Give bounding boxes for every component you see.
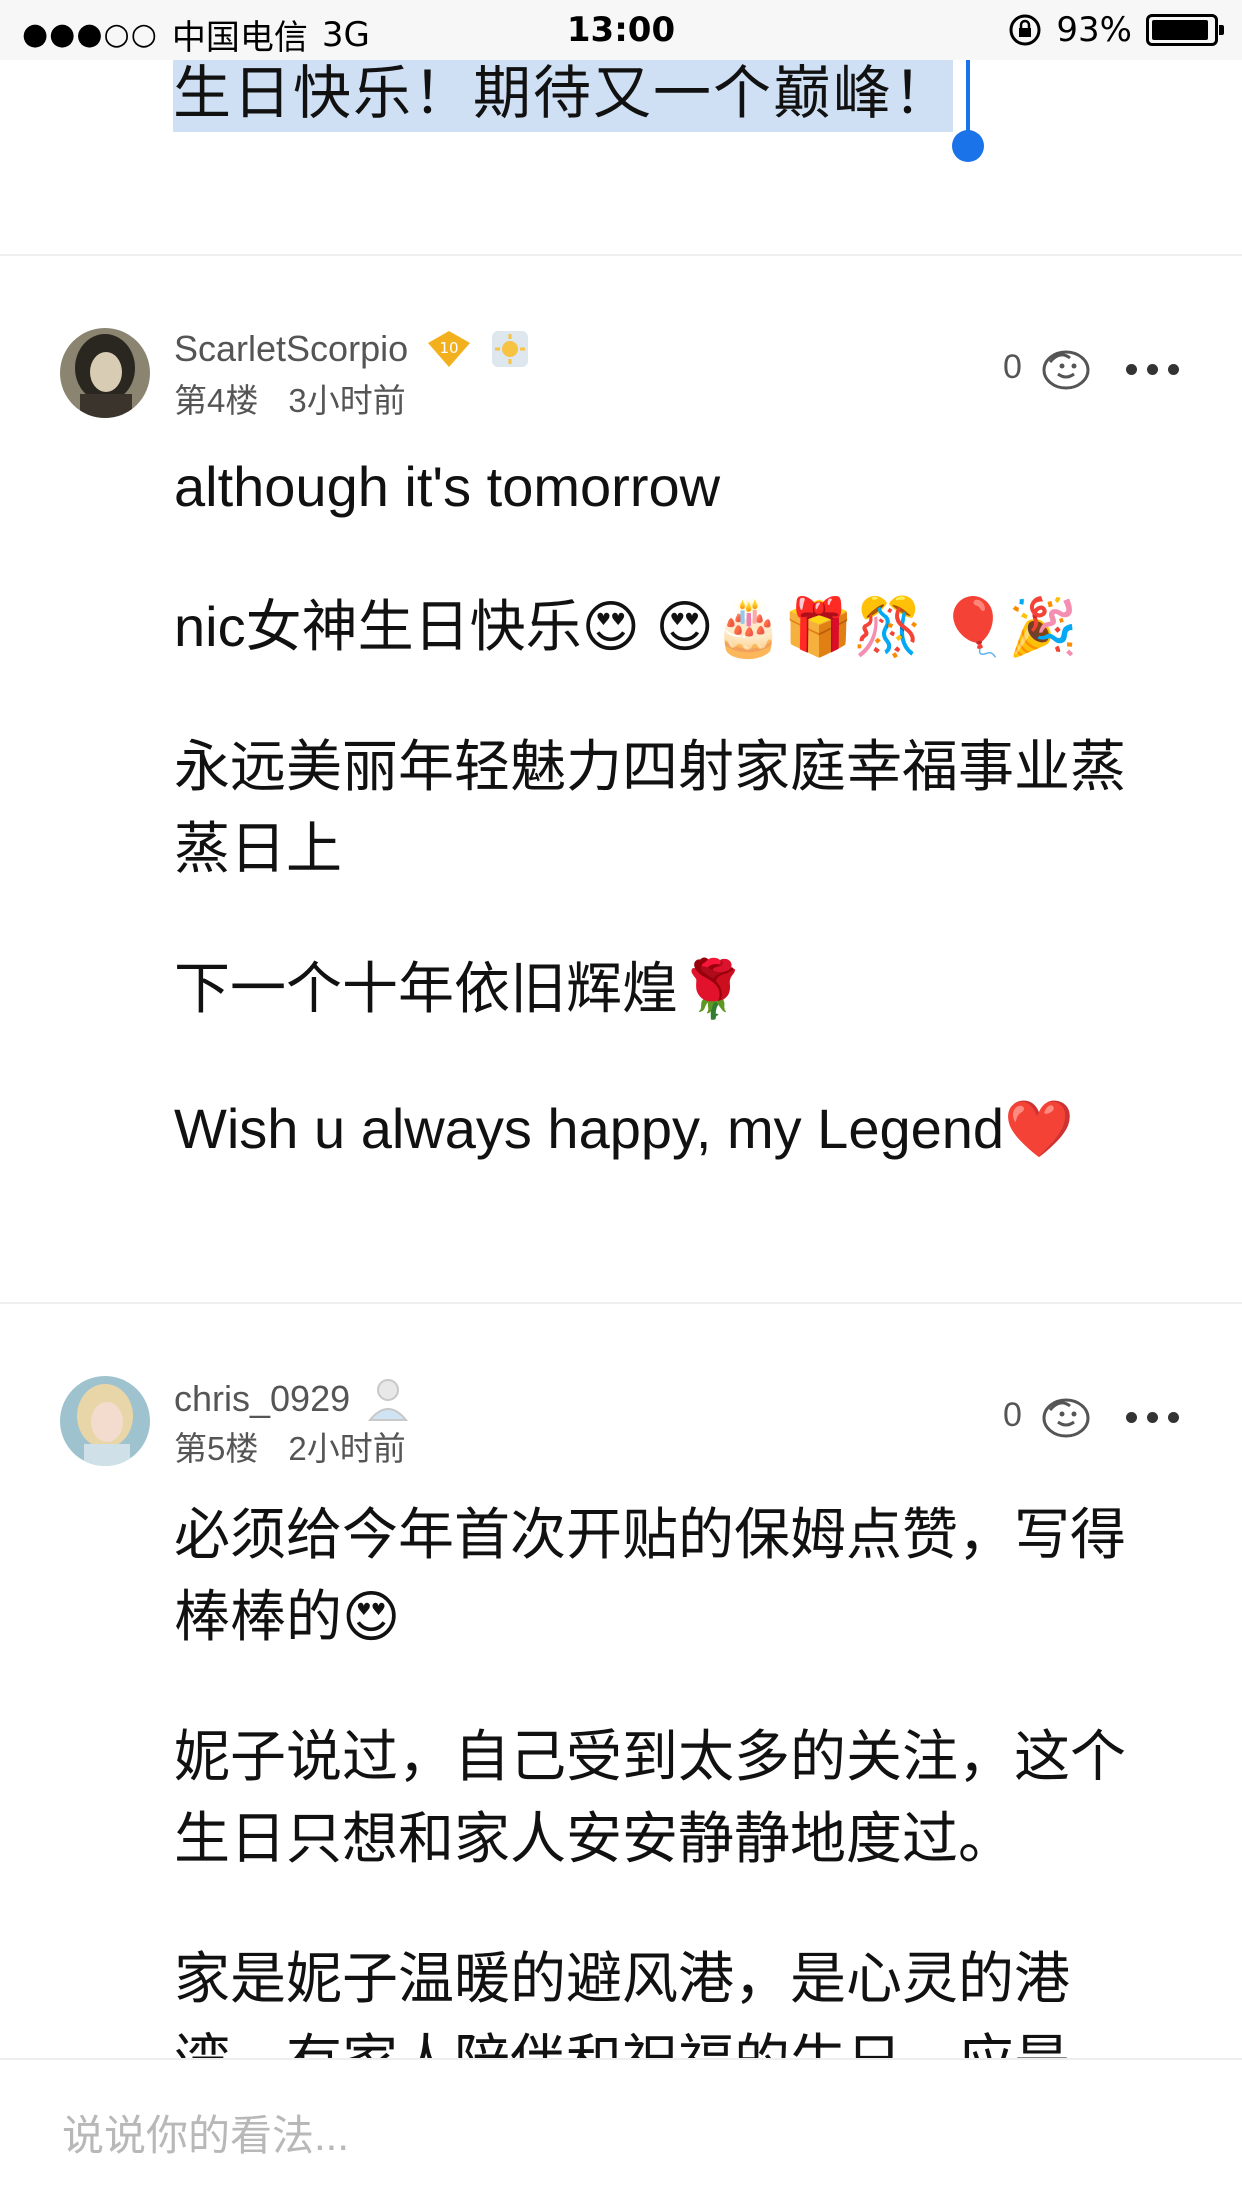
level-badge-icon: 10 — [428, 331, 471, 367]
like-count: 0 — [1003, 348, 1022, 386]
comment-paragraph: 下一个十年依旧辉煌🌹 — [174, 957, 748, 1020]
comment-paragraph: 必须给今年首次开贴的保姆点赞，写得棒棒的😍 — [174, 1503, 1126, 1648]
comment-meta: 第5楼 2小时前 — [174, 1422, 406, 1470]
like-count: 0 — [1003, 1396, 1022, 1434]
comment-meta: 第4楼 3小时前 — [174, 374, 406, 422]
previous-comment-tail: 生日快乐！期待又一个巅峰！ — [0, 60, 1242, 256]
status-bar: ●●●○○ 中国电信 3G 13:00 93% — [0, 0, 1242, 60]
floor-number: 第5楼 — [174, 1430, 259, 1467]
comment-author[interactable]: ScarletScorpio 10 — [174, 328, 530, 370]
avatar[interactable] — [60, 1376, 150, 1466]
comment-input[interactable] — [60, 2100, 1164, 2172]
floor-number: 第4楼 — [174, 382, 259, 419]
thumbs-up-icon[interactable] — [1036, 1392, 1092, 1440]
username[interactable]: ScarletScorpio — [174, 328, 408, 370]
rotation-lock-icon — [1009, 14, 1041, 46]
selection-handle-line[interactable] — [966, 60, 970, 140]
comment-item: chris_0929 第5楼 2小时前 0 必须给今年首次开贴的保姆点赞，写得棒棒… — [0, 1304, 1242, 2092]
comment-paragraph: 永远美丽年轻魅力四射家庭幸福事业蒸蒸日上 — [174, 735, 1126, 880]
comment-input-bar — [0, 2058, 1242, 2210]
comment-paragraph: although it's tomorrow — [174, 455, 721, 518]
avatar[interactable] — [60, 328, 150, 418]
more-options-icon[interactable] — [1126, 1412, 1179, 1423]
comment-item: ScarletScorpio 10 第4楼 3小时前 0 although it'… — [0, 256, 1242, 1302]
sun-badge-icon — [492, 331, 529, 367]
selected-text[interactable]: 生日快乐！期待又一个巅峰！ — [173, 60, 954, 132]
comment-paragraph: nic女神生日快乐😍 😍🎂🎁🎊 🎈🎉 — [174, 595, 1079, 658]
level-badge-text: 10 — [440, 339, 459, 357]
time-ago: 3小时前 — [288, 382, 406, 419]
time-ago: 2小时前 — [288, 1430, 406, 1467]
more-options-icon[interactable] — [1126, 364, 1179, 375]
thumbs-up-icon[interactable] — [1036, 344, 1092, 392]
comment-paragraph: Wish u always happy, my Legend❤️ — [174, 1097, 1074, 1160]
username[interactable]: chris_0929 — [174, 1378, 350, 1420]
comment-paragraph: 妮子说过，自己受到太多的关注，这个生日只想和家人安安静静地度过。 — [174, 1725, 1126, 1870]
avatar-image — [60, 1376, 150, 1466]
avatar-image — [60, 328, 150, 418]
user-badge-icon — [368, 1379, 409, 1421]
comment-author[interactable]: chris_0929 — [174, 1376, 409, 1422]
selection-handle[interactable] — [952, 130, 984, 162]
comment-body: although it's tomorrow nic女神生日快乐😍 😍🎂🎁🎊 🎈… — [174, 446, 1174, 1228]
battery-percent: 93% — [1056, 10, 1132, 50]
battery-icon — [1146, 14, 1224, 46]
